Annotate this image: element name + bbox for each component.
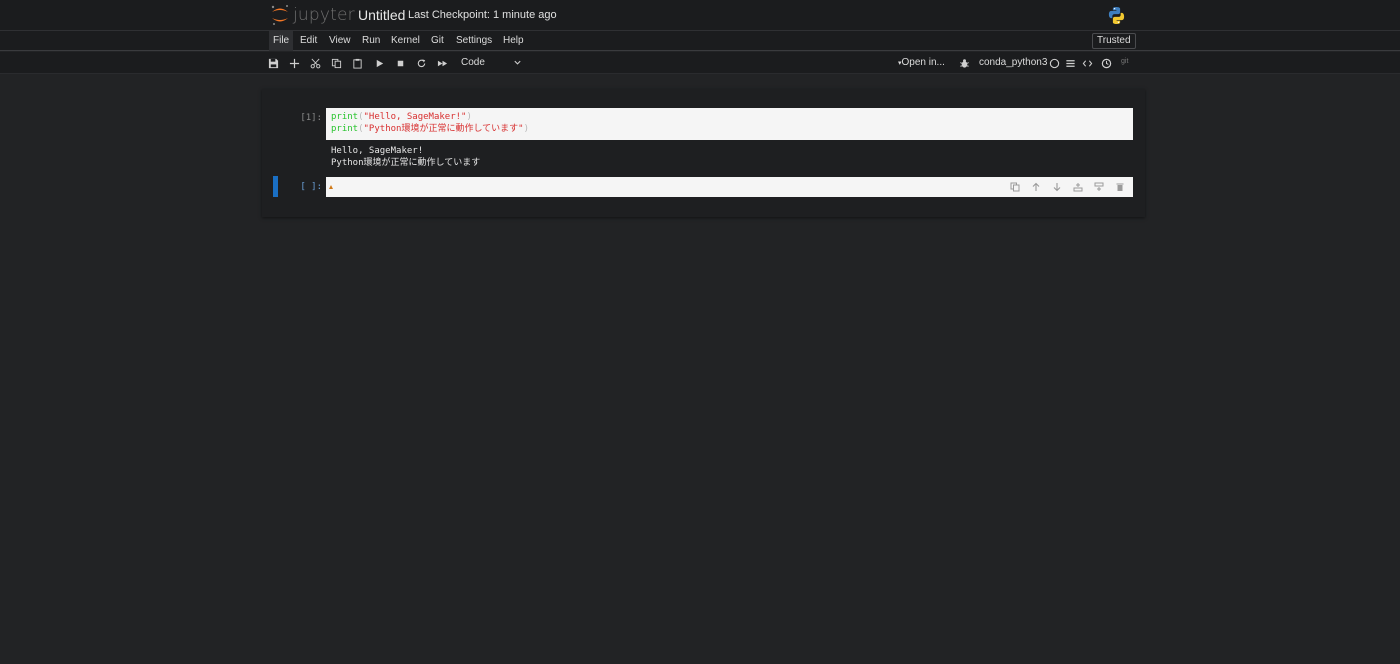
python-icon [1108, 6, 1125, 25]
jupyter-logo-text: jupyter [293, 5, 355, 25]
cut-icon[interactable] [308, 56, 322, 70]
copy-icon[interactable] [329, 56, 343, 70]
notebook-toolbar: Code ▾Open in... conda_python3 git [0, 52, 1400, 74]
code-format-icon[interactable] [1080, 56, 1094, 70]
cell-output: Hello, SageMaker! Python環境が正常に動作しています [331, 145, 480, 169]
menu-run[interactable]: Run [358, 31, 384, 51]
duplicate-icon[interactable] [1009, 181, 1021, 193]
menubar: File Edit View Run Kernel Git Settings H… [0, 30, 1400, 51]
text-cursor [329, 185, 333, 189]
code-editor[interactable] [326, 177, 1133, 197]
code-keyword: print [331, 124, 359, 134]
cell-prompt: [1]: [300, 113, 322, 123]
git-label[interactable]: git [1121, 57, 1128, 67]
move-up-icon[interactable] [1030, 181, 1042, 193]
stop-icon[interactable] [393, 56, 407, 70]
fast-forward-icon[interactable] [435, 56, 449, 70]
code-string: "Hello, SageMaker!" [363, 112, 467, 122]
output-line: Hello, SageMaker! [331, 146, 424, 156]
delete-icon[interactable] [1114, 181, 1126, 193]
notebook-panel: [1]: print("Hello, SageMaker!") print("P… [262, 89, 1145, 217]
menu-edit[interactable]: Edit [296, 31, 321, 51]
move-down-icon[interactable] [1051, 181, 1063, 193]
menu-kernel[interactable]: Kernel [387, 31, 424, 51]
output-line: Python環境が正常に動作しています [331, 158, 481, 168]
open-in-label: Open in... [901, 57, 945, 68]
bug-icon[interactable] [957, 56, 971, 70]
code-line: print("Python環境が正常に動作しています") [331, 123, 529, 135]
insert-below-icon[interactable] [1072, 181, 1084, 193]
menu-view[interactable]: View [325, 31, 355, 51]
trusted-indicator[interactable]: Trusted [1092, 33, 1136, 49]
kernel-name[interactable]: conda_python3 [979, 56, 1047, 70]
code-string: "Python環境が正常に動作しています" [363, 124, 524, 134]
menu-help[interactable]: Help [499, 31, 528, 51]
insert-above-icon[interactable] [1093, 181, 1105, 193]
code-line: print("Hello, SageMaker!") [331, 111, 472, 123]
restart-icon[interactable] [414, 56, 428, 70]
kernel-status-circle-icon [1047, 56, 1061, 70]
toc-icon[interactable] [1063, 56, 1077, 70]
top-header: jupyter Untitled Last Checkpoint: 1 minu… [0, 0, 1400, 30]
notebook-title[interactable]: Untitled [358, 7, 405, 23]
code-paren-close: ) [466, 112, 472, 122]
menu-settings[interactable]: Settings [452, 31, 496, 51]
menu-git[interactable]: Git [427, 31, 448, 51]
menu-file[interactable]: File [269, 31, 294, 51]
jupyter-logo[interactable]: jupyter [270, 4, 355, 26]
add-cell-icon[interactable] [287, 56, 301, 70]
paste-icon[interactable] [350, 56, 364, 70]
chevron-down-icon[interactable] [513, 58, 522, 67]
code-paren-close: ) [523, 124, 530, 134]
run-icon[interactable] [372, 56, 386, 70]
open-in-button[interactable]: ▾Open in... [898, 56, 945, 71]
jupyter-logo-icon [271, 5, 288, 25]
save-icon[interactable] [266, 56, 280, 70]
checkpoint-status: Last Checkpoint: 1 minute ago [408, 9, 557, 21]
clock-icon[interactable] [1099, 56, 1113, 70]
cell-prompt: [ ]: [300, 182, 322, 192]
code-keyword: print [331, 112, 359, 122]
code-editor[interactable]: print("Hello, SageMaker!") print("Python… [326, 108, 1133, 140]
